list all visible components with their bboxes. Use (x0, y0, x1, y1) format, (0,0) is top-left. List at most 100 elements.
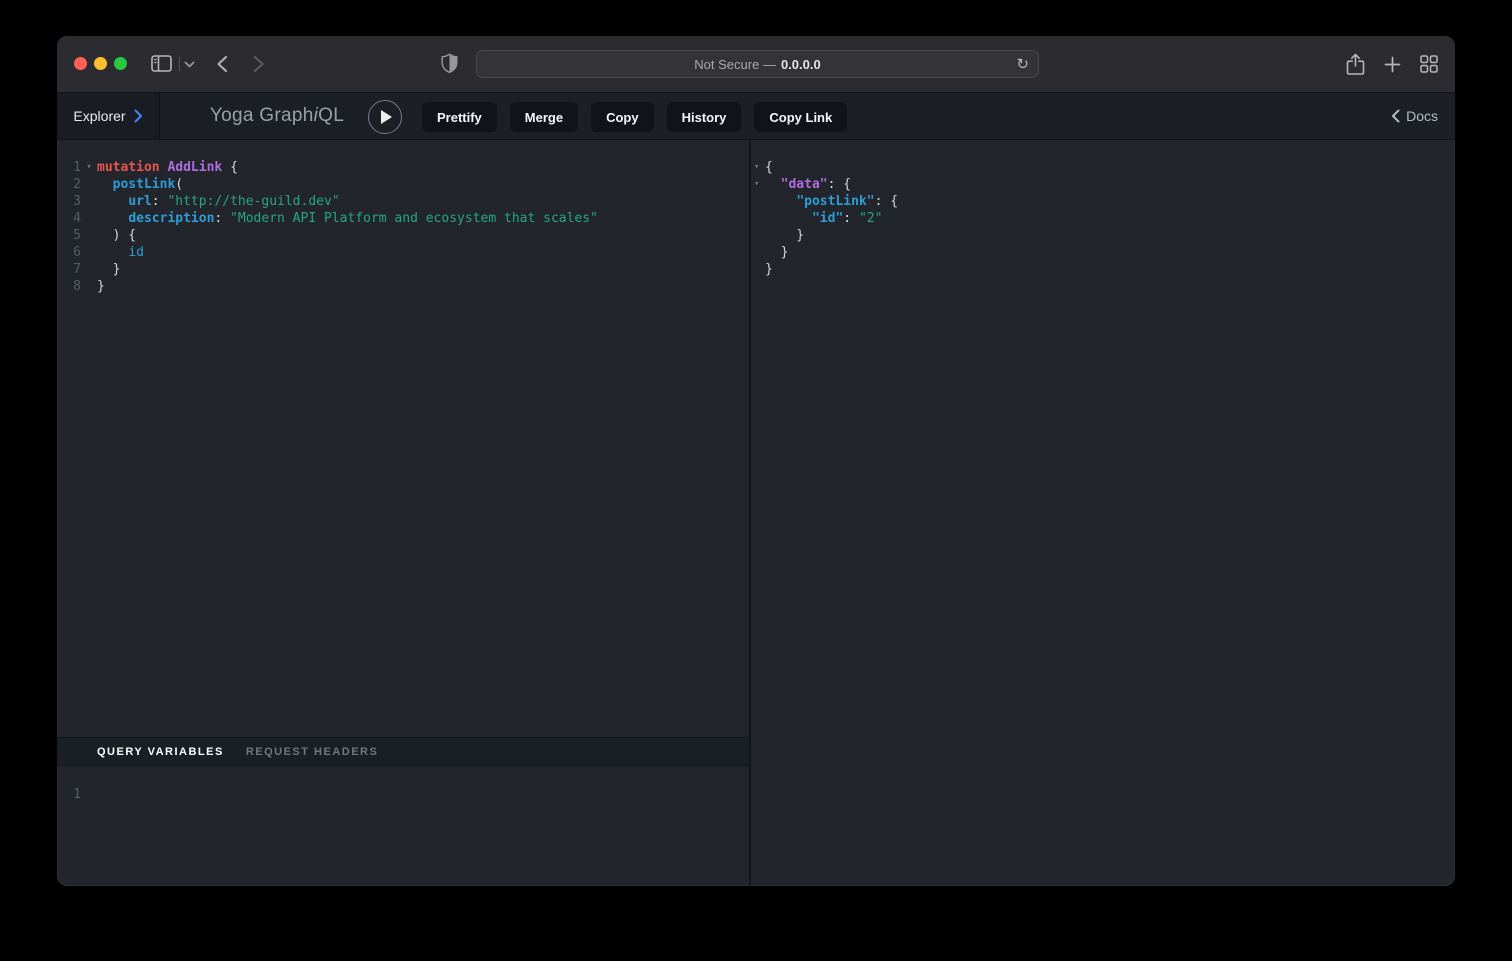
sidebar-toggle-icon[interactable] (151, 55, 172, 72)
reload-icon[interactable]: ↻ (1016, 55, 1029, 73)
fold-gutter (81, 227, 97, 244)
code-text: } (765, 244, 788, 261)
main-area: 1▾mutation AddLink {2 postLink(3 url: "h… (57, 140, 1455, 886)
fold-arrow-icon[interactable]: ▾ (81, 159, 97, 176)
code-line: 5 ) { (57, 227, 749, 244)
url-text: 0.0.0.0 (781, 57, 821, 72)
security-label: Not Secure — (694, 57, 776, 72)
titlebar-separator (179, 57, 180, 71)
explorer-toggle-button[interactable]: Explorer (57, 93, 160, 139)
line-number: 8 (57, 278, 81, 295)
history-button[interactable]: History (667, 102, 742, 132)
code-text: id (97, 244, 144, 261)
share-icon[interactable] (1346, 53, 1365, 76)
fold-arrow-icon[interactable]: ▾ (751, 159, 765, 176)
play-icon (381, 110, 392, 124)
merge-button[interactable]: Merge (510, 102, 578, 132)
code-text: url: "http://the-guild.dev" (97, 193, 340, 210)
fold-gutter (751, 193, 765, 210)
prettify-button[interactable]: Prettify (422, 102, 497, 132)
app-title-post: QL (318, 105, 344, 127)
response-viewer[interactable]: ▾{▾ "data": { "postLink": { "id": "2" } … (751, 140, 1455, 886)
back-icon[interactable] (216, 55, 228, 73)
code-text: description: "Modern API Platform and ec… (97, 210, 598, 227)
fold-gutter (751, 261, 765, 278)
query-editor[interactable]: 1▾mutation AddLink {2 postLink(3 url: "h… (57, 140, 749, 737)
docs-chevron-left-icon (1391, 109, 1400, 123)
line-number: 5 (57, 227, 81, 244)
line-number: 4 (57, 210, 81, 227)
fold-gutter (751, 244, 765, 261)
code-line: ▾{ (751, 159, 1455, 176)
code-text: mutation AddLink { (97, 159, 238, 176)
execute-query-button[interactable] (368, 100, 402, 134)
line-number: 2 (57, 176, 81, 193)
left-pane: 1▾mutation AddLink {2 postLink(3 url: "h… (57, 140, 749, 886)
fold-gutter (751, 210, 765, 227)
tab-overview-icon[interactable] (1420, 55, 1438, 73)
close-window-button[interactable] (74, 57, 87, 70)
explorer-chevron-right-icon (134, 109, 143, 123)
fold-gutter (751, 227, 765, 244)
code-text: } (765, 227, 804, 244)
code-line: 2 postLink( (57, 176, 749, 193)
code-line: 4 description: "Modern API Platform and … (57, 210, 749, 227)
code-line: } (751, 244, 1455, 261)
titlebar-right-icons (1346, 36, 1438, 92)
fold-gutter (81, 210, 97, 227)
graphiql-toolbar: Explorer Yoga GraphiQL Prettify Merge Co… (57, 92, 1455, 140)
fold-gutter (81, 278, 97, 295)
minimize-window-button[interactable] (94, 57, 107, 70)
code-text: "id": "2" (765, 210, 882, 227)
app-title-pre: Yoga Graph (210, 105, 314, 127)
copy-button[interactable]: Copy (591, 102, 654, 132)
safari-window: Not Secure — 0.0.0.0 ↻ (57, 36, 1455, 886)
docs-button[interactable]: Docs (1391, 93, 1438, 139)
copy-link-button[interactable]: Copy Link (754, 102, 847, 132)
code-text: "data": { (765, 176, 851, 193)
fold-gutter (81, 176, 97, 193)
line-number: 1 (57, 159, 81, 176)
code-text: postLink( (97, 176, 183, 193)
code-text: { (765, 159, 773, 176)
browser-titlebar: Not Secure — 0.0.0.0 ↻ (57, 36, 1455, 92)
privacy-shield-icon[interactable] (441, 53, 458, 74)
code-text: } (765, 261, 773, 278)
app-title: Yoga GraphiQL (196, 93, 358, 139)
code-line: 1▾mutation AddLink { (57, 159, 749, 176)
code-line: "id": "2" (751, 210, 1455, 227)
fold-gutter (81, 193, 97, 210)
sidebar-chevron-down-icon[interactable] (184, 61, 195, 68)
code-line: "postLink": { (751, 193, 1455, 210)
toolbar-buttons: Prettify Merge Copy History Copy Link (422, 102, 847, 132)
variables-tab-bar: QUERY VARIABLES REQUEST HEADERS (57, 737, 749, 766)
docs-label: Docs (1406, 108, 1438, 124)
fold-gutter (81, 261, 97, 278)
code-text: "postLink": { (765, 193, 898, 210)
address-bar[interactable]: Not Secure — 0.0.0.0 ↻ (476, 50, 1039, 78)
code-text: } (97, 278, 105, 295)
code-line: 8} (57, 278, 749, 295)
forward-icon[interactable] (253, 55, 265, 73)
code-text: ) { (97, 227, 136, 244)
code-line: 3 url: "http://the-guild.dev" (57, 193, 749, 210)
fold-gutter (81, 244, 97, 261)
explorer-label: Explorer (73, 108, 125, 124)
tab-request-headers[interactable]: REQUEST HEADERS (246, 746, 379, 758)
fold-arrow-icon[interactable]: ▾ (751, 176, 765, 193)
code-text: } (97, 261, 120, 278)
line-number: 6 (57, 244, 81, 261)
line-number: 7 (57, 261, 81, 278)
zoom-window-button[interactable] (114, 57, 127, 70)
code-line: 6 id (57, 244, 749, 261)
tab-query-variables[interactable]: QUERY VARIABLES (97, 746, 224, 758)
line-number: 3 (57, 193, 81, 210)
line-number: 1 (57, 786, 81, 803)
code-line: ▾ "data": { (751, 176, 1455, 193)
new-tab-icon[interactable] (1384, 56, 1401, 73)
code-line: } (751, 261, 1455, 278)
code-line: 7 } (57, 261, 749, 278)
code-line: 1 (57, 786, 749, 803)
query-variables-editor[interactable]: 1 (57, 766, 749, 886)
code-line: } (751, 227, 1455, 244)
